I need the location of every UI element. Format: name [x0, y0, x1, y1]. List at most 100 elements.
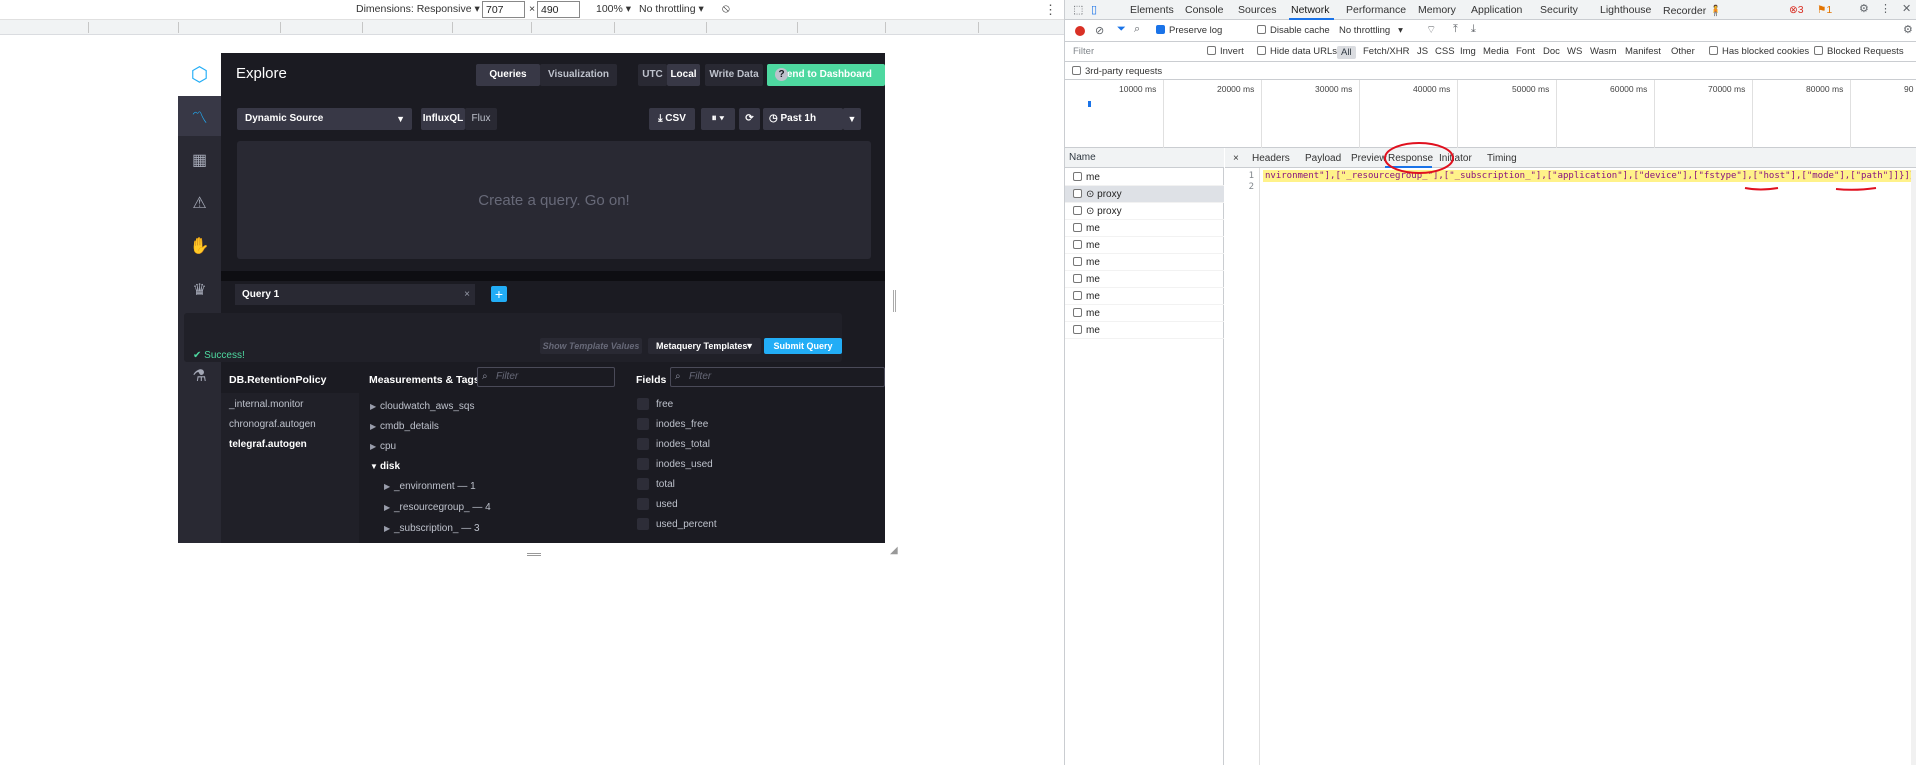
refresh-icon[interactable]: ⟳	[739, 108, 760, 130]
viewport-side-resize-handle[interactable]	[893, 290, 896, 312]
measurement-item[interactable]: ▶ cpu	[370, 439, 396, 455]
download-icon[interactable]: ⤓	[1471, 23, 1476, 36]
network-throttling-dropdown[interactable]: No throttling ▾	[1339, 25, 1403, 36]
search-icon[interactable]: ⌕	[1134, 23, 1140, 36]
filter-type-img[interactable]: Img	[1460, 46, 1476, 57]
help-icon[interactable]: ?	[775, 68, 788, 81]
response-scrollbar[interactable]	[1911, 170, 1916, 765]
filter-type-xhr[interactable]: Fetch/XHR	[1363, 46, 1409, 57]
preserve-log-checkbox[interactable]: Preserve log	[1156, 25, 1222, 36]
request-row[interactable]: me	[1065, 237, 1224, 254]
warnings-badge[interactable]: ⚑1	[1817, 4, 1832, 16]
close-icon[interactable]: ×	[464, 284, 470, 305]
tab-sources[interactable]: Sources	[1238, 4, 1277, 16]
filter-type-css[interactable]: CSS	[1435, 46, 1455, 57]
tab-preview[interactable]: Preview	[1351, 153, 1387, 164]
close-detail-icon[interactable]: ×	[1233, 153, 1239, 164]
filter-icon[interactable]: ⏷	[1117, 23, 1126, 36]
measurement-item[interactable]: ▶ cloudwatch_aws_sqs	[370, 399, 475, 415]
tab-application[interactable]: Application	[1471, 4, 1522, 16]
field-item[interactable]: inodes_used	[637, 457, 713, 473]
blocked-requests-checkbox[interactable]: Blocked Requests	[1814, 46, 1904, 57]
tab-console[interactable]: Console	[1185, 4, 1224, 16]
field-checkbox[interactable]	[637, 438, 649, 451]
response-body[interactable]: nvironment"],["_resourcegroup_"],["_subs…	[1263, 170, 1916, 182]
request-row[interactable]: me	[1065, 322, 1224, 339]
tab-response[interactable]: Response	[1388, 153, 1433, 164]
show-template-values-button[interactable]: Show Template Values	[540, 338, 642, 354]
tab-headers[interactable]: Headers	[1252, 153, 1290, 164]
database-item[interactable]: telegraf.autogen	[229, 437, 307, 453]
field-item[interactable]: inodes_free	[637, 417, 708, 433]
request-row[interactable]: ⊙ proxy	[1065, 203, 1224, 220]
flux-nav-icon[interactable]: ⚗	[178, 356, 221, 396]
disable-cache-checkbox[interactable]: Disable cache	[1257, 25, 1330, 36]
viewport-height-input[interactable]	[537, 1, 580, 18]
record-icon[interactable]	[1075, 26, 1085, 36]
network-timeline[interactable]: 10000 ms 20000 ms 30000 ms 40000 ms 5000…	[1065, 80, 1916, 148]
filter-type-all[interactable]: All	[1337, 46, 1356, 59]
dashboards-nav-icon[interactable]: ▦	[178, 140, 221, 180]
time-range-dropdown[interactable]: ◷ Past 1h	[763, 108, 843, 130]
fields-filter-input[interactable]: ⌕ Filter	[670, 367, 885, 387]
viewport-width-input[interactable]	[482, 1, 525, 18]
log-viewer-nav-icon[interactable]: ✋	[178, 226, 221, 266]
write-data-button[interactable]: Write Data	[705, 64, 763, 86]
database-item[interactable]: _internal.monitor	[229, 397, 303, 413]
tag-item[interactable]: ▶ _environment — 1	[384, 479, 476, 495]
tab-timing[interactable]: Timing	[1487, 153, 1517, 164]
filter-type-wasm[interactable]: Wasm	[1590, 46, 1617, 57]
resize-splitter[interactable]	[221, 271, 885, 281]
zoom-dropdown[interactable]: 100% ▾	[596, 3, 631, 15]
request-row[interactable]: me	[1065, 288, 1224, 305]
request-row[interactable]: me	[1065, 169, 1224, 186]
field-checkbox[interactable]	[637, 478, 649, 491]
field-item[interactable]: inodes_total	[637, 437, 710, 453]
field-checkbox[interactable]	[637, 398, 649, 411]
viewport-bottom-resize-handle[interactable]	[527, 553, 541, 556]
chevron-down-icon[interactable]: ▼	[843, 108, 861, 130]
name-column-header[interactable]: Name	[1065, 148, 1224, 168]
request-row[interactable]: me	[1065, 220, 1224, 237]
local-toggle[interactable]: Local	[667, 64, 700, 86]
measurement-item[interactable]: ▶ cmdb_details	[370, 419, 439, 435]
device-toolbar-icon[interactable]: ▯	[1091, 3, 1097, 16]
tab-performance[interactable]: Performance	[1346, 4, 1406, 16]
alerting-nav-icon[interactable]: ⚠	[178, 183, 221, 223]
field-item[interactable]: total	[637, 477, 675, 493]
queries-toggle[interactable]: Queries	[476, 64, 540, 86]
csv-download-button[interactable]: ⤓ CSV	[649, 108, 695, 130]
tab-recorder[interactable]: Recorder 🧍	[1663, 4, 1722, 17]
more-options-icon[interactable]: ⋮	[1044, 2, 1057, 18]
filter-type-manifest[interactable]: Manifest	[1625, 46, 1661, 57]
submit-query-button[interactable]: Submit Query	[764, 338, 842, 354]
clear-icon[interactable]: ⊘	[1095, 24, 1104, 37]
field-item[interactable]: free	[637, 397, 673, 413]
query-tab[interactable]: Query 1 ×	[235, 284, 475, 305]
network-filter-input[interactable]: Filter	[1073, 46, 1094, 57]
tab-memory[interactable]: Memory	[1418, 4, 1456, 16]
request-row[interactable]: me	[1065, 305, 1224, 322]
tab-elements[interactable]: Elements	[1130, 4, 1174, 16]
third-party-checkbox[interactable]: 3rd-party requests	[1072, 66, 1162, 77]
gear-icon[interactable]: ⚙	[1859, 2, 1869, 15]
field-checkbox[interactable]	[637, 518, 649, 531]
more-options-icon[interactable]: ⋮	[1880, 2, 1891, 15]
filter-type-media[interactable]: Media	[1483, 46, 1509, 57]
blocked-cookies-checkbox[interactable]: Has blocked cookies	[1709, 46, 1809, 57]
field-checkbox[interactable]	[637, 498, 649, 511]
tab-network[interactable]: Network	[1291, 4, 1330, 16]
admin-nav-icon[interactable]: ♛	[178, 270, 221, 310]
upload-icon[interactable]: ⤒	[1453, 23, 1458, 36]
explore-nav-icon[interactable]: 〽	[178, 96, 221, 136]
flux-toggle[interactable]: Flux	[465, 108, 497, 130]
filter-type-doc[interactable]: Doc	[1543, 46, 1560, 57]
tab-lighthouse[interactable]: Lighthouse	[1600, 4, 1651, 16]
gear-icon[interactable]: ⚙	[1903, 23, 1913, 36]
rotate-icon[interactable]: ⦸	[722, 1, 730, 16]
filter-type-other[interactable]: Other	[1671, 46, 1695, 57]
field-item[interactable]: used_percent	[637, 517, 717, 533]
tag-item[interactable]: ▶ _subscription_ — 3	[384, 521, 480, 537]
field-checkbox[interactable]	[637, 458, 649, 471]
request-row[interactable]: me	[1065, 254, 1224, 271]
